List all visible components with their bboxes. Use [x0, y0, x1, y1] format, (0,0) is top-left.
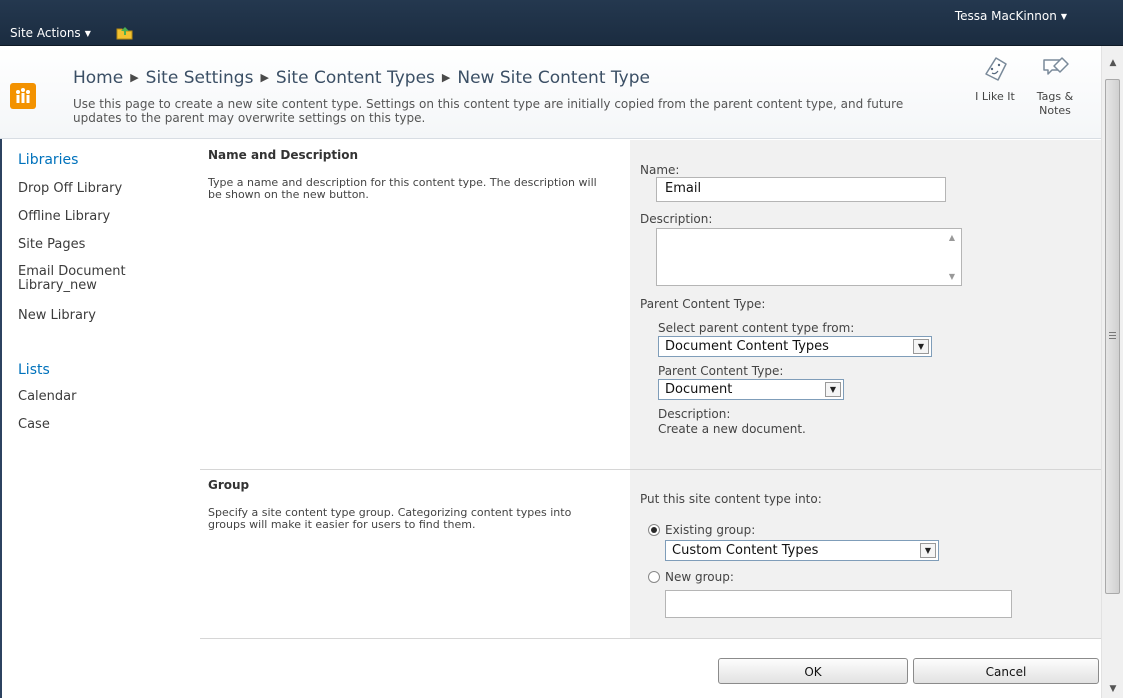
section-text-name-description: Type a name and description for this con…	[208, 176, 597, 201]
parent-group-select[interactable]: Document Content Types ▼	[658, 336, 932, 357]
tags-notes-icon	[1043, 57, 1069, 75]
vertical-scrollbar[interactable]: ▲ ▼	[1101, 46, 1123, 698]
nav-item-case[interactable]: Case	[18, 418, 188, 432]
breadcrumb-home-link[interactable]: Home	[73, 68, 123, 88]
section-title-name-description: Name and Description	[208, 148, 358, 162]
main-content: Name and Description Type a name and des…	[200, 140, 1101, 698]
title-area: Home ▶ Site Settings ▶ Site Content Types ▶ Ne…	[0, 46, 1101, 139]
chevron-down-icon: ▼	[84, 29, 91, 38]
site-actions-label: Site Actions	[10, 26, 81, 40]
nav-heading-lists[interactable]: Lists	[18, 362, 50, 378]
new-group-label: New group:	[665, 570, 734, 584]
parent-type-select[interactable]: Document ▼	[658, 379, 844, 400]
parent-type-value: Document	[665, 382, 733, 397]
chevron-down-icon[interactable]: ▼	[825, 382, 841, 397]
section-divider	[200, 638, 1101, 639]
page-description: Use this page to create a new site conte…	[73, 97, 904, 125]
navigate-up-folder-icon[interactable]	[116, 26, 134, 40]
existing-group-select[interactable]: Custom Content Types ▼	[665, 540, 939, 561]
new-group-input[interactable]	[665, 590, 1012, 618]
ribbon-bar: Site Actions ▼ Tessa MacKinnon ▼	[0, 0, 1123, 46]
scroll-down-arrow-icon[interactable]: ▼	[1102, 684, 1123, 694]
nav-item-offline-library[interactable]: Offline Library	[18, 210, 188, 224]
chevron-down-icon: ▼	[1060, 12, 1067, 21]
ok-button[interactable]: OK	[718, 658, 908, 684]
breadcrumb-site-settings-link[interactable]: Site Settings	[146, 68, 254, 88]
nav-heading-libraries[interactable]: Libraries	[18, 152, 78, 168]
select-parent-from-label: Select parent content type from:	[658, 321, 855, 335]
nav-item-calendar[interactable]: Calendar	[18, 390, 188, 404]
nav-item-site-pages[interactable]: Site Pages	[18, 238, 188, 252]
scroll-up-arrow-icon[interactable]: ▲	[1102, 58, 1123, 68]
nav-item-drop-off-library[interactable]: Drop Off Library	[18, 182, 188, 196]
name-description-controls: Name: Email Description: ▲ ▼ Parent Cont…	[630, 140, 1101, 469]
parent-description-label: Description:	[658, 407, 731, 421]
group-controls: Put this site content type into: Existin…	[630, 470, 1101, 638]
parent-content-type-label: Parent Content Type:	[640, 297, 766, 311]
like-tag-icon	[985, 57, 1007, 81]
name-input[interactable]: Email	[656, 177, 946, 202]
i-like-it-button[interactable]: I Like It	[965, 54, 1025, 103]
tags-notes-button[interactable]: Tags & Notes	[1025, 54, 1085, 118]
new-group-radio[interactable]	[648, 571, 660, 583]
name-description-section: Name and Description Type a name and des…	[200, 140, 630, 469]
existing-group-radio[interactable]	[648, 524, 660, 536]
textarea-scroll-down-icon[interactable]: ▼	[949, 272, 955, 281]
parent-description-value: Create a new document.	[658, 422, 806, 436]
group-section: Group Specify a site content type group.…	[200, 470, 630, 638]
chevron-down-icon[interactable]: ▼	[913, 339, 929, 354]
user-name-label: Tessa MacKinnon	[954, 9, 1057, 23]
chevron-down-icon[interactable]: ▼	[920, 543, 936, 558]
breadcrumb: Home ▶ Site Settings ▶ Site Content Types ▶ Ne…	[73, 68, 650, 88]
parent-type-label: Parent Content Type:	[658, 364, 784, 378]
parent-group-value: Document Content Types	[665, 339, 829, 354]
nav-item-email-document-library[interactable]: Email Document Library_new	[18, 265, 188, 293]
put-into-label: Put this site content type into:	[640, 492, 822, 506]
i-like-it-label: I Like It	[975, 90, 1015, 103]
description-label: Description:	[640, 212, 713, 226]
name-label: Name:	[640, 163, 680, 177]
scroll-thumb[interactable]	[1105, 79, 1120, 594]
breadcrumb-current-page: New Site Content Type	[457, 68, 650, 88]
scroll-grip-icon	[1109, 332, 1116, 339]
section-title-group: Group	[208, 478, 250, 492]
user-menu[interactable]: Tessa MacKinnon ▼	[955, 9, 1067, 23]
site-logo-icon[interactable]	[10, 83, 36, 109]
section-text-group: Specify a site content type group. Categ…	[208, 506, 572, 531]
tags-notes-label: Tags & Notes	[1036, 90, 1074, 117]
description-textarea[interactable]: ▲ ▼	[656, 228, 962, 286]
site-actions-menu[interactable]: Site Actions ▼	[10, 26, 91, 40]
existing-group-label: Existing group:	[665, 523, 756, 537]
cancel-button[interactable]: Cancel	[913, 658, 1099, 684]
existing-group-value: Custom Content Types	[672, 543, 819, 558]
nav-item-new-library[interactable]: New Library	[18, 309, 188, 323]
breadcrumb-separator-icon: ▶	[441, 71, 451, 84]
textarea-scroll-up-icon[interactable]: ▲	[949, 233, 955, 242]
breadcrumb-content-types-link[interactable]: Site Content Types	[276, 68, 435, 88]
quick-launch-nav: Libraries Drop Off Library Offline Libra…	[0, 140, 200, 698]
breadcrumb-separator-icon: ▶	[130, 71, 139, 84]
breadcrumb-separator-icon: ▶	[260, 71, 269, 84]
